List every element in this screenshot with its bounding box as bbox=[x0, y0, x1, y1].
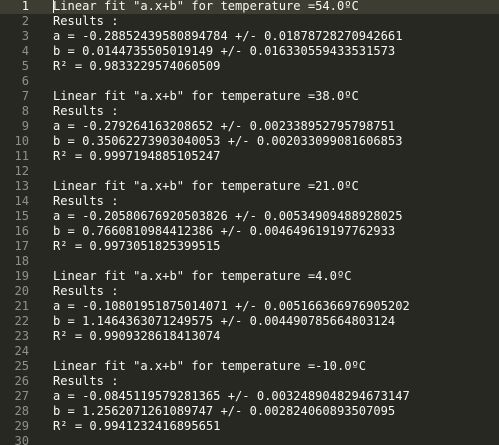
line-text[interactable]: a = -0.28852439580894784 +/- 0.018787282… bbox=[53, 29, 403, 44]
line-number: 30 bbox=[14, 434, 29, 445]
line-number: 12 bbox=[14, 164, 29, 178]
line-number: 7 bbox=[21, 89, 29, 103]
line-number: 9 bbox=[21, 119, 29, 133]
editor-line[interactable]: 17 R² = 0.9973051825399515 bbox=[0, 239, 499, 254]
line-number: 25 bbox=[14, 359, 29, 373]
line-number: 8 bbox=[21, 104, 29, 118]
editor-line[interactable]: 14 Results : bbox=[0, 194, 499, 209]
editor-line[interactable]: 29 R² = 0.9941232416895651 bbox=[0, 419, 499, 434]
line-number: 27 bbox=[14, 389, 29, 403]
line-text[interactable]: Linear fit "a.x+b" for temperature =38.0… bbox=[53, 89, 359, 104]
line-number: 26 bbox=[14, 374, 29, 388]
editor-line[interactable]: 3 a = -0.28852439580894784 +/- 0.01878728… bbox=[0, 29, 499, 44]
line-text[interactable]: b = 1.1464363071249575 +/- 0.00449078566… bbox=[53, 314, 395, 329]
line-text[interactable]: Linear fit "a.x+b" for temperature =-10.… bbox=[53, 359, 366, 374]
line-text[interactable]: a = -0.10801951875014071 +/- 0.005166366… bbox=[53, 299, 410, 314]
line-text[interactable]: R² = 0.9973051825399515 bbox=[53, 239, 220, 254]
editor-line[interactable]: 22 b = 1.1464363071249575 +/- 0.004490785… bbox=[0, 314, 499, 329]
line-number: 28 bbox=[14, 404, 29, 418]
line-number: 21 bbox=[14, 299, 29, 313]
editor-line[interactable]: 4 b = 0.0144735505019149 +/- 0.0163305594… bbox=[0, 44, 499, 59]
line-number: 29 bbox=[14, 419, 29, 433]
line-number: 18 bbox=[14, 254, 29, 268]
editor-line[interactable]: 5 R² = 0.9833229574060509 bbox=[0, 59, 499, 74]
line-text[interactable]: b = 0.0144735505019149 +/- 0.01633055943… bbox=[53, 44, 395, 59]
editor-line[interactable]: 30 bbox=[0, 434, 499, 445]
line-number: 2 bbox=[21, 14, 29, 28]
editor-line[interactable]: 1 Linear fit "a.x+b" for temperature =54.… bbox=[0, 0, 499, 14]
line-number: 14 bbox=[14, 194, 29, 208]
editor-line[interactable]: 11 R² = 0.9997194885105247 bbox=[0, 149, 499, 164]
line-text[interactable]: a = -0.20580676920503826 +/- 0.005349094… bbox=[53, 209, 403, 224]
editor-line[interactable]: 16 b = 0.7660810984412386 +/- 0.004649619… bbox=[0, 224, 499, 239]
line-text[interactable]: Results : bbox=[53, 374, 119, 389]
line-number: 16 bbox=[14, 224, 29, 238]
editor-line[interactable]: 26 Results : bbox=[0, 374, 499, 389]
editor-line[interactable]: 19 Linear fit "a.x+b" for temperature =4.… bbox=[0, 269, 499, 284]
editor-line[interactable]: 21 a = -0.10801951875014071 +/- 0.0051663… bbox=[0, 299, 499, 314]
editor-line[interactable]: 24 bbox=[0, 344, 499, 359]
line-text[interactable]: Results : bbox=[53, 194, 119, 209]
line-number: 24 bbox=[14, 344, 29, 358]
line-number: 1 bbox=[21, 0, 29, 13]
editor-line[interactable]: 23 R² = 0.9909328618413074 bbox=[0, 329, 499, 344]
line-number: 15 bbox=[14, 209, 29, 223]
editor-line[interactable]: 20 Results : bbox=[0, 284, 499, 299]
editor-line[interactable]: 6 bbox=[0, 74, 499, 89]
editor-line[interactable]: 10 b = 0.35062273903040053 +/- 0.00203309… bbox=[0, 134, 499, 149]
line-text[interactable]: R² = 0.9941232416895651 bbox=[53, 419, 220, 434]
line-text[interactable]: Linear fit "a.x+b" for temperature =54.0… bbox=[53, 0, 359, 14]
line-number: 11 bbox=[14, 149, 29, 163]
line-text[interactable]: b = 0.7660810984412386 +/- 0.00464961919… bbox=[53, 224, 395, 239]
editor-line[interactable]: 15 a = -0.20580676920503826 +/- 0.0053490… bbox=[0, 209, 499, 224]
line-text[interactable]: R² = 0.9997194885105247 bbox=[53, 149, 220, 164]
line-text[interactable]: Results : bbox=[53, 104, 119, 119]
line-number: 6 bbox=[21, 74, 29, 88]
text-cursor bbox=[53, 0, 54, 13]
editor-line[interactable]: 12 bbox=[0, 164, 499, 179]
editor-line[interactable]: 2 Results : bbox=[0, 14, 499, 29]
line-text[interactable]: a = -0.279264163208652 +/- 0.00233895279… bbox=[53, 119, 395, 134]
line-text[interactable]: b = 1.2562071261089747 +/- 0.00282406089… bbox=[53, 404, 395, 419]
line-text[interactable]: R² = 0.9909328618413074 bbox=[53, 329, 220, 344]
editor-line[interactable]: 25 Linear fit "a.x+b" for temperature =-1… bbox=[0, 359, 499, 374]
line-number: 23 bbox=[14, 329, 29, 343]
line-text[interactable]: Results : bbox=[53, 14, 119, 29]
editor-line[interactable]: 28 b = 1.2562071261089747 +/- 0.002824060… bbox=[0, 404, 499, 419]
editor-line[interactable]: 9 a = -0.279264163208652 +/- 0.0023389527… bbox=[0, 119, 499, 134]
editor-line[interactable]: 8 Results : bbox=[0, 104, 499, 119]
editor-line[interactable]: 7 Linear fit "a.x+b" for temperature =38.… bbox=[0, 89, 499, 104]
line-number: 4 bbox=[21, 44, 29, 58]
editor-line[interactable]: 27 a = -0.0845119579281365 +/- 0.00324890… bbox=[0, 389, 499, 404]
line-number: 13 bbox=[14, 179, 29, 193]
editor-line[interactable]: 13 Linear fit "a.x+b" for temperature =21… bbox=[0, 179, 499, 194]
line-number: 5 bbox=[21, 59, 29, 73]
text-editor[interactable]: 1 Linear fit "a.x+b" for temperature =54.… bbox=[0, 0, 499, 445]
editor-line[interactable]: 18 bbox=[0, 254, 499, 269]
line-text[interactable]: a = -0.0845119579281365 +/- 0.0032489048… bbox=[53, 389, 410, 404]
line-text[interactable]: Linear fit "a.x+b" for temperature =21.0… bbox=[53, 179, 359, 194]
line-number: 17 bbox=[14, 239, 29, 253]
line-number: 3 bbox=[21, 29, 29, 43]
line-text[interactable]: b = 0.35062273903040053 +/- 0.0020330990… bbox=[53, 134, 403, 149]
line-text[interactable]: R² = 0.9833229574060509 bbox=[53, 59, 220, 74]
line-text[interactable]: Results : bbox=[53, 284, 119, 299]
line-text[interactable]: Linear fit "a.x+b" for temperature =4.0º… bbox=[53, 269, 352, 284]
line-number: 22 bbox=[14, 314, 29, 328]
line-number: 19 bbox=[14, 269, 29, 283]
line-number: 10 bbox=[14, 134, 29, 148]
line-number: 20 bbox=[14, 284, 29, 298]
